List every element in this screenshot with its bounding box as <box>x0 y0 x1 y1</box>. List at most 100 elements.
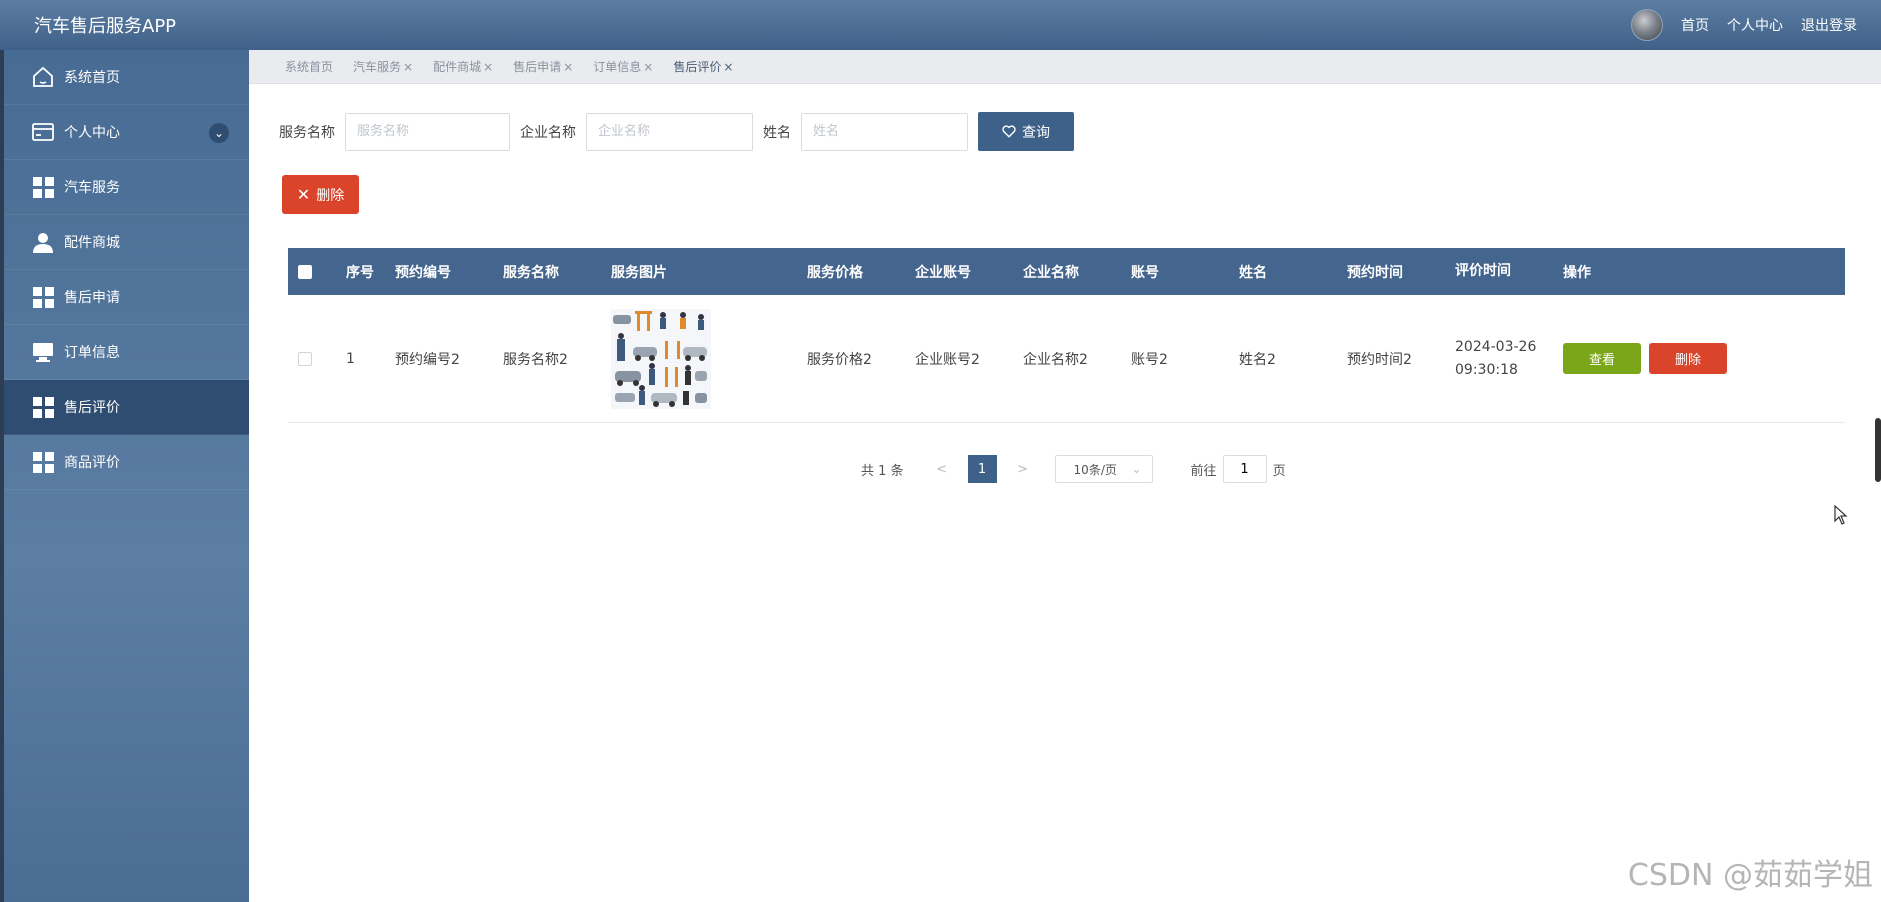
grid-icon <box>30 174 56 200</box>
select-all-checkbox[interactable] <box>298 264 312 279</box>
close-icon[interactable]: × <box>483 60 493 74</box>
delete-button[interactable]: 删除 <box>1649 343 1727 374</box>
header-eval-time: 评价时间 <box>1455 263 1511 279</box>
sidebar-item-parts-mall[interactable]: 配件商城 <box>4 215 249 270</box>
close-icon[interactable]: × <box>643 60 653 74</box>
tab-label: 售后评价 <box>673 60 722 74</box>
row-select-cell <box>288 351 346 366</box>
top-bar: 汽车售后服务APP 首页 个人中心 退出登录 <box>0 0 1881 50</box>
row-company-name: 企业名称2 <box>1023 351 1088 368</box>
close-icon: ✕ <box>296 185 311 204</box>
header-booking-time: 预约时间 <box>1347 264 1403 281</box>
sidebar-item-label: 售后申请 <box>64 290 120 306</box>
avatar[interactable] <box>1631 9 1663 41</box>
header-actions: 操作 <box>1563 264 1591 281</box>
tab-label: 售后申请 <box>513 60 562 74</box>
grid-icon <box>30 394 56 420</box>
monitor-icon <box>30 339 56 365</box>
header-service-name: 服务名称 <box>503 264 559 281</box>
sidebar-item-label: 个人中心 <box>64 125 120 141</box>
row-eval-time: 2024-03-26 09:30:18 <box>1455 336 1563 382</box>
tab-after-sales-review[interactable]: 售后评价 × <box>673 58 733 75</box>
eval-date: 2024-03-26 <box>1455 338 1537 355</box>
close-icon[interactable]: × <box>723 60 733 74</box>
tab-label: 系统首页 <box>285 60 334 74</box>
header-index: 序号 <box>346 264 374 281</box>
grid-icon <box>30 284 56 310</box>
close-icon[interactable]: × <box>563 60 573 74</box>
company-name-input[interactable] <box>586 112 753 151</box>
sidebar-item-label: 系统首页 <box>64 70 120 86</box>
close-icon[interactable]: × <box>403 60 413 74</box>
user-icon <box>30 229 56 255</box>
sidebar-item-orders[interactable]: 订单信息 <box>4 325 249 380</box>
next-page-icon[interactable]: > <box>1009 462 1037 477</box>
header-service-image: 服务图片 <box>611 264 667 281</box>
top-right-nav: 首页 个人中心 退出登录 <box>1631 0 1857 50</box>
sidebar-item-label: 配件商城 <box>64 235 120 251</box>
card-icon <box>30 119 56 145</box>
row-name: 姓名2 <box>1239 351 1276 368</box>
select-all-cell <box>288 264 346 279</box>
tab-label: 订单信息 <box>593 60 642 74</box>
pagination: 共 1 条 < 1 > 10条/页 ⌄ 前往 页 <box>861 455 1286 483</box>
name-label: 姓名 <box>763 124 791 141</box>
row-booking-time: 预约时间2 <box>1347 351 1412 368</box>
home-link[interactable]: 首页 <box>1681 15 1709 35</box>
watermark: CSDN @茹茹学姐 <box>1627 858 1873 893</box>
scrollbar[interactable] <box>1875 418 1881 482</box>
header-name: 姓名 <box>1239 264 1267 281</box>
eval-clock: 09:30:18 <box>1455 361 1518 378</box>
sidebar: 系统首页 个人中心 ⌄ 汽车服务 配件商城 售后申请 订单信息 售后评价 商品评… <box>0 50 249 902</box>
row-service-name: 服务名称2 <box>503 351 568 368</box>
tab-system-home[interactable]: 系统首页 <box>285 58 333 75</box>
header-price: 服务价格 <box>807 264 863 281</box>
view-button[interactable]: 查看 <box>1563 343 1641 374</box>
name-input[interactable] <box>801 112 968 151</box>
sidebar-item-after-sales-review[interactable]: 售后评价 <box>4 380 249 435</box>
sidebar-item-after-sales[interactable]: 售后申请 <box>4 270 249 325</box>
profile-link[interactable]: 个人中心 <box>1727 15 1783 35</box>
row-code: 预约编号2 <box>395 351 460 368</box>
service-name-input[interactable] <box>345 112 510 151</box>
search-bar: 服务名称 企业名称 姓名 查询 <box>279 112 1074 151</box>
mouse-cursor-icon <box>1834 505 1848 525</box>
review-table: 序号 预约编号 服务名称 服务图片 服务价格 企业账号 企业名称 账号 姓名 预… <box>288 248 1845 423</box>
chevron-down-icon: ⌄ <box>1131 462 1142 476</box>
logout-link[interactable]: 退出登录 <box>1801 15 1857 35</box>
tab-after-sales[interactable]: 售后申请 × <box>513 58 573 75</box>
sidebar-item-profile[interactable]: 个人中心 ⌄ <box>4 105 249 160</box>
tab-orders[interactable]: 订单信息 × <box>593 58 653 75</box>
row-price: 服务价格2 <box>807 351 872 368</box>
tab-label: 汽车服务 <box>353 60 402 74</box>
row-actions: 查看 删除 <box>1563 343 1803 374</box>
prev-page-icon[interactable]: < <box>928 462 956 477</box>
query-button[interactable]: 查询 <box>978 112 1074 151</box>
row-checkbox[interactable] <box>298 351 312 366</box>
row-company-account: 企业账号2 <box>915 351 980 368</box>
header-company-name: 企业名称 <box>1023 264 1079 281</box>
chevron-down-icon[interactable]: ⌄ <box>209 123 229 143</box>
tab-parts-mall[interactable]: 配件商城 × <box>433 58 493 75</box>
row-account: 账号2 <box>1131 351 1168 368</box>
main-content: 系统首页 汽车服务 × 配件商城 × 售后申请 × 订单信息 × 售后评价 × 服务名称 … <box>249 50 1881 902</box>
bulk-delete-button[interactable]: ✕ 删除 <box>282 175 359 214</box>
goto-suffix: 页 <box>1272 463 1286 479</box>
sidebar-item-product-review[interactable]: 商品评价 <box>4 435 249 490</box>
tab-car-service[interactable]: 汽车服务 × <box>353 58 413 75</box>
tab-label: 配件商城 <box>433 60 482 74</box>
page-size-value: 10条/页 <box>1073 462 1117 477</box>
sidebar-item-car-service[interactable]: 汽车服务 <box>4 160 249 215</box>
sidebar-item-label: 商品评价 <box>64 455 120 471</box>
goto-page-input[interactable] <box>1222 455 1267 483</box>
company-name-label: 企业名称 <box>520 124 576 141</box>
sidebar-item-home[interactable]: 系统首页 <box>4 50 249 105</box>
sidebar-item-label: 汽车服务 <box>64 180 120 196</box>
row-service-image-cell <box>611 308 807 409</box>
service-name-label: 服务名称 <box>279 124 335 141</box>
total-count: 共 1 条 <box>861 463 904 479</box>
page-number[interactable]: 1 <box>967 455 997 483</box>
tab-bar: 系统首页 汽车服务 × 配件商城 × 售后申请 × 订单信息 × 售后评价 × <box>249 50 1881 84</box>
page-size-select[interactable]: 10条/页 ⌄ <box>1054 455 1153 483</box>
service-image[interactable] <box>611 308 711 409</box>
